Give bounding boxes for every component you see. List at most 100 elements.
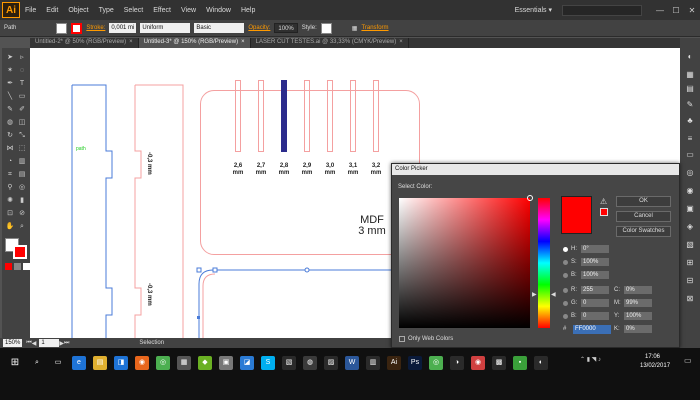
menu-select[interactable]: Select <box>119 7 148 14</box>
dialog-title[interactable]: Color Picker <box>392 164 679 175</box>
slot-2-7[interactable] <box>258 80 264 152</box>
scale-tool-icon[interactable]: ⤡ <box>17 131 27 141</box>
red-radio[interactable] <box>563 287 568 293</box>
opacity-field[interactable]: 100% <box>274 23 298 33</box>
rectangle-tool-icon[interactable]: ▭ <box>17 92 27 102</box>
graphic-style-swatch[interactable] <box>320 22 332 34</box>
stroke-panel-icon[interactable]: ≡ <box>685 134 695 144</box>
chrome-icon[interactable]: ◎ <box>156 356 170 370</box>
store-icon[interactable]: ◨ <box>114 356 128 370</box>
menu-window[interactable]: Window <box>201 7 236 14</box>
hue-slider-right-arrow-icon[interactable]: ◀ <box>551 291 556 298</box>
illustrator-icon[interactable]: Ai <box>387 356 401 370</box>
app-icon-4[interactable]: ◍ <box>303 356 317 370</box>
pen-tool-icon[interactable]: ✒ <box>5 79 15 89</box>
brightness-field[interactable]: 100% <box>581 271 609 279</box>
photoshop-icon[interactable]: Ps <box>408 356 422 370</box>
lasso-tool-icon[interactable]: ◌ <box>17 66 27 76</box>
column-graph-tool-icon[interactable]: ▮ <box>17 196 27 206</box>
slot-2-9[interactable] <box>304 80 310 152</box>
menu-view[interactable]: View <box>176 7 201 14</box>
color-field-marker[interactable] <box>527 195 533 201</box>
search-input[interactable] <box>562 4 642 16</box>
blue-radio[interactable] <box>563 313 568 319</box>
stroke-swatch[interactable] <box>71 22 83 34</box>
app-icon-2[interactable]: ◪ <box>240 356 254 370</box>
free-transform-tool-icon[interactable]: ⬚ <box>17 144 27 154</box>
menu-help[interactable]: Help <box>236 7 260 14</box>
close-icon[interactable]: × <box>399 39 403 45</box>
perspective-grid-tool-icon[interactable]: ▥ <box>17 157 27 167</box>
app-icon-3[interactable]: ▧ <box>282 356 296 370</box>
color-guide-icon[interactable]: ▦ <box>685 70 695 80</box>
blue-outline-piece[interactable] <box>70 83 130 338</box>
clock-date[interactable]: 13/02/2017 <box>640 363 670 369</box>
paintbrush-tool-icon[interactable]: ✎ <box>5 105 15 115</box>
selection-tool-icon[interactable]: ➤ <box>5 53 15 63</box>
explorer-icon[interactable]: ▤ <box>93 356 107 370</box>
color-panel-icon[interactable]: ◐ <box>685 52 695 62</box>
last-artboard-icon[interactable]: ⏭ <box>64 340 69 347</box>
black-field[interactable]: 0% <box>624 325 652 333</box>
app-icon-5[interactable]: ▨ <box>324 356 338 370</box>
opacity-label[interactable]: Opacity: <box>248 25 270 31</box>
swatches-icon[interactable]: ▤ <box>685 84 695 94</box>
slot-2-8-selected[interactable] <box>281 80 287 152</box>
ok-button[interactable]: OK <box>616 196 671 207</box>
blend-tool-icon[interactable]: ◎ <box>17 183 27 193</box>
windows-start-icon[interactable]: ⊞ <box>8 356 22 370</box>
gradient-panel-icon[interactable]: ▭ <box>685 150 695 160</box>
shape-builder-tool-icon[interactable]: ◔ <box>5 157 15 167</box>
green-field[interactable]: 0 <box>581 299 609 307</box>
calculator-icon[interactable]: ▦ <box>177 356 191 370</box>
brightness-radio[interactable] <box>563 272 568 278</box>
hue-field[interactable]: 0° <box>581 245 609 253</box>
slice-tool-icon[interactable]: ⊘ <box>17 209 27 219</box>
tab-laser-cut[interactable]: LASER CUT TESTES.ai @ 33,33% (CMYK/Previ… <box>251 38 409 48</box>
word-icon[interactable]: W <box>345 356 359 370</box>
transform-panel-icon[interactable]: ⊠ <box>685 294 695 304</box>
app-icon-11[interactable]: ◐ <box>534 356 548 370</box>
slot-3-2[interactable] <box>373 80 379 152</box>
color-swatches-button[interactable]: Color Swatches <box>616 226 671 237</box>
edge-icon[interactable]: e <box>72 356 86 370</box>
eyedropper-tool-icon[interactable]: ⚲ <box>5 183 15 193</box>
width-tool-icon[interactable]: ⋈ <box>5 144 15 154</box>
none-mode-icon[interactable] <box>23 263 30 270</box>
color-mode-icon[interactable] <box>5 263 12 270</box>
yellow-field[interactable]: 100% <box>624 312 652 320</box>
color-field[interactable] <box>399 195 533 328</box>
fill-swatch[interactable] <box>56 22 68 34</box>
app-icon-6[interactable]: ▥ <box>366 356 380 370</box>
rotate-tool-icon[interactable]: ↻ <box>5 131 15 141</box>
stroke-weight-field[interactable]: 0,001 mi <box>109 23 137 33</box>
tab-untitled-2[interactable]: Untitled-2* @ 50% (RGB/Preview) × <box>30 38 139 48</box>
menu-object[interactable]: Object <box>63 7 93 14</box>
notification-icon[interactable]: ▭ <box>684 356 692 365</box>
layers-icon[interactable]: ◈ <box>685 222 695 232</box>
symbols-icon[interactable]: ♣ <box>685 116 695 126</box>
slot-3-0[interactable] <box>327 80 333 152</box>
workspace-switcher[interactable]: Essentials ▾ <box>515 6 552 14</box>
variable-width-profile-select[interactable]: Uniform <box>140 23 191 33</box>
saturation-radio[interactable] <box>563 259 568 265</box>
direct-selection-tool-icon[interactable]: ▹ <box>17 53 27 63</box>
blue-field[interactable]: 0 <box>581 312 609 320</box>
minimize-button[interactable]: — <box>652 6 668 15</box>
stroke-color-box[interactable] <box>13 245 27 259</box>
skype-icon[interactable]: S <box>261 356 275 370</box>
green-radio[interactable] <box>563 300 568 306</box>
symbol-sprayer-tool-icon[interactable]: ✺ <box>5 196 15 206</box>
app-icon-10[interactable]: ▪ <box>513 356 527 370</box>
only-web-colors-checkbox[interactable]: Only Web Colors <box>399 336 453 342</box>
artboard-tool-icon[interactable]: ⊡ <box>5 209 15 219</box>
tab-untitled-3[interactable]: Untitled-3* @ 150% (RGB/Preview) × <box>138 38 251 48</box>
pencil-tool-icon[interactable]: ✐ <box>17 105 27 115</box>
maximize-button[interactable]: ☐ <box>668 6 684 15</box>
hue-slider-left-arrow-icon[interactable]: ▶ <box>532 291 537 298</box>
mesh-tool-icon[interactable]: ⌗ <box>5 170 15 180</box>
red-field[interactable]: 255 <box>581 286 609 294</box>
red-outline-piece[interactable] <box>133 83 193 338</box>
zoom-tool-icon[interactable]: ⌕ <box>17 222 27 232</box>
hue-slider[interactable] <box>538 198 550 328</box>
